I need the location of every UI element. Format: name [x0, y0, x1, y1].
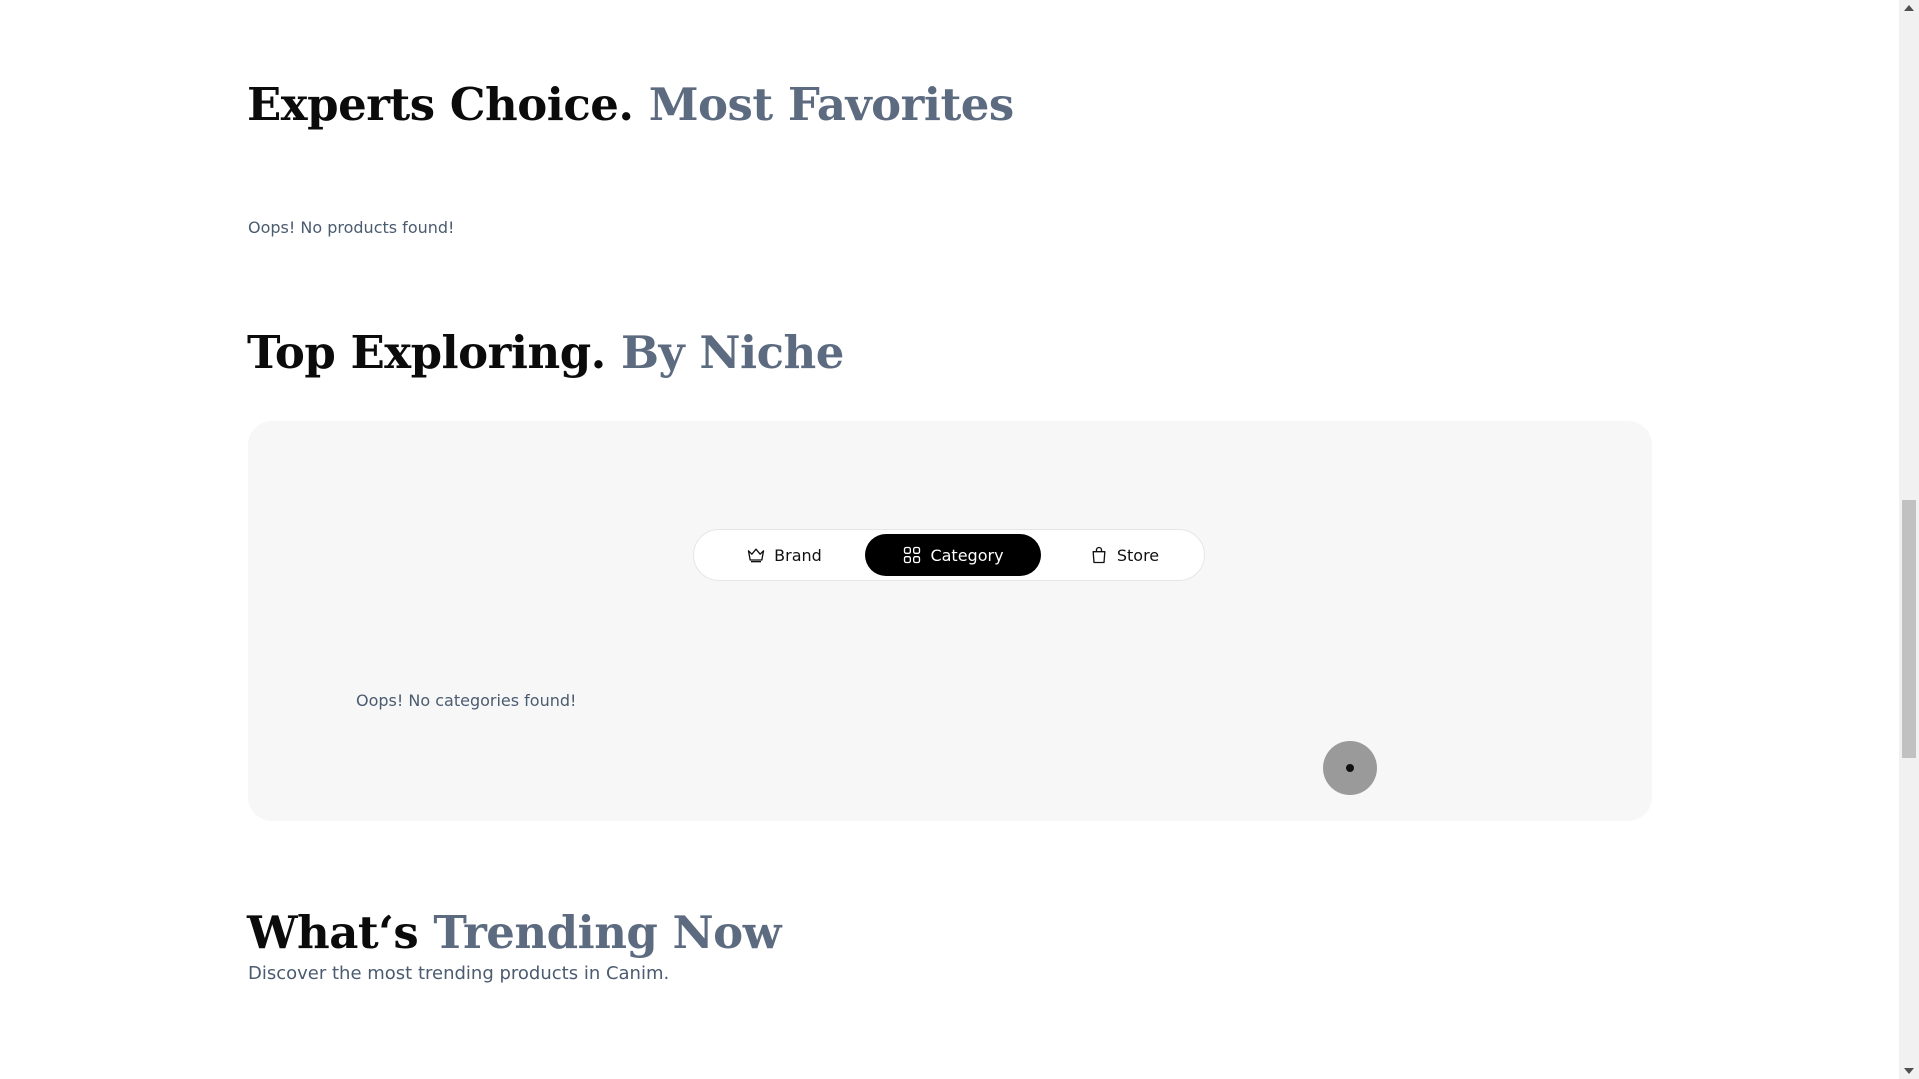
scroll-down-icon[interactable]: [1904, 1068, 1914, 1074]
top-exploring-title: Top Exploring.: [247, 326, 606, 379]
trending-accent: Trending Now: [433, 906, 781, 959]
trending-heading: What‘s Trending Now: [247, 906, 781, 959]
page-scrollbar[interactable]: [1899, 0, 1919, 1079]
tab-brand-label: Brand: [774, 545, 822, 565]
no-categories-message: Oops! No categories found!: [356, 691, 577, 710]
scroll-up-icon[interactable]: [1904, 5, 1914, 11]
loading-spinner: [1323, 741, 1377, 795]
tab-brand[interactable]: Brand: [714, 534, 854, 576]
tab-category-label: Category: [930, 545, 1004, 565]
experts-choice-title: Experts Choice.: [247, 78, 634, 131]
scroll-thumb[interactable]: [1902, 500, 1916, 758]
trending-title: What‘s: [247, 906, 419, 959]
experts-choice-accent: Most Favorites: [648, 78, 1014, 131]
trending-subtitle: Discover the most trending products in C…: [248, 963, 670, 984]
niche-panel: Brand Category Store Oops! No categories…: [248, 421, 1652, 821]
niche-tab-switcher: Brand Category Store: [693, 529, 1205, 581]
crown-icon: [748, 548, 765, 563]
no-products-message: Oops! No products found!: [248, 218, 455, 237]
top-exploring-accent: By Niche: [621, 326, 844, 379]
grid-icon: [904, 546, 921, 564]
tab-store-label: Store: [1116, 545, 1160, 565]
page: Experts Choice. Most Favorites Oops! No …: [0, 0, 1899, 1079]
tab-category[interactable]: Category: [865, 534, 1041, 576]
shopping-bag-icon: [1092, 546, 1106, 564]
spinner-dot: [1346, 764, 1354, 772]
tab-store[interactable]: Store: [1054, 534, 1194, 576]
top-exploring-heading: Top Exploring. By Niche: [247, 326, 844, 379]
experts-choice-heading: Experts Choice. Most Favorites: [247, 78, 1014, 131]
